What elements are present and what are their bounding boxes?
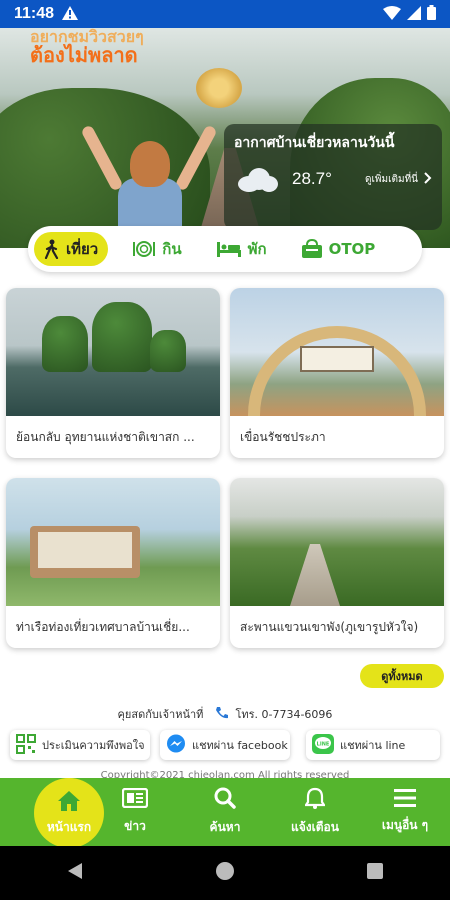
tab-travel[interactable]: เที่ยว (34, 232, 109, 266)
place-card-title: ย้อนกลับ อุทยานแห่งชาติเขาสก ... (16, 430, 195, 444)
nav-notifications-label: แจ้งเตือน (291, 820, 339, 834)
menu-icon (394, 789, 416, 810)
news-icon (121, 787, 149, 811)
signal-icon (407, 5, 421, 24)
hero-hat (196, 68, 242, 108)
chevron-right-icon (424, 171, 432, 187)
bed-icon (216, 240, 242, 258)
home-circle-icon[interactable] (215, 861, 235, 885)
place-card-title: ท่าเรือท่องเที่ยวเทศบาลบ้านเชี่ย... (16, 620, 190, 634)
dining-icon (132, 240, 156, 258)
place-card[interactable]: เขื่อนรัชชประภา (230, 288, 444, 458)
weather-more-label: ดูเพิ่มเติมที่นี่ (364, 173, 418, 185)
hero-banner: อยากชมวิวสวยๆ ต้องไม่พลาด อากาศบ้านเชี่ย… (0, 28, 450, 248)
status-bar: 11:48 (0, 0, 450, 28)
place-image (230, 288, 444, 416)
tab-travel-label: เที่ยว (66, 240, 99, 258)
warning-icon (62, 5, 79, 24)
battery-icon (427, 4, 436, 24)
satisfaction-survey-label: ประเมินความพึงพอใจ (42, 739, 145, 752)
svg-text:LINE: LINE (317, 741, 330, 747)
nav-notifications[interactable]: แจ้งเตือน (270, 787, 360, 837)
nav-search[interactable]: ค้นหา (180, 787, 270, 837)
tab-stay[interactable]: พัก (206, 232, 277, 266)
status-time: 11:48 (14, 5, 55, 22)
tab-stay-label: พัก (247, 240, 267, 258)
hero-headline: อยากชมวิวสวยๆ ต้องไม่พลาด (30, 28, 144, 67)
line-chat-label: แชทผ่าน line (340, 739, 406, 752)
tab-eat[interactable]: กิน (122, 232, 191, 266)
hero-headline-line1: อยากชมวิวสวยๆ (30, 28, 144, 46)
phone-icon (215, 706, 229, 723)
tab-otop-label: OTOP (328, 240, 376, 258)
recents-icon[interactable] (366, 862, 384, 884)
contact-phone[interactable]: โทร. 0-7734-6096 (235, 705, 332, 723)
place-card[interactable]: ท่าเรือท่องเที่ยวเทศบาลบ้านเชี่ย... (6, 478, 220, 648)
place-image (6, 478, 220, 606)
weather-title: อากาศบ้านเชี่ยวหลานวันนี้ (234, 135, 395, 151)
nav-more-label: เมนูอื่น ๆ (381, 818, 429, 832)
nav-news-label: ข่าว (124, 819, 146, 833)
weather-more-link[interactable]: ดูเพิ่มเติมที่นี่ (364, 171, 432, 187)
category-tabs: เที่ยว กิน พัก OTOP (28, 226, 422, 272)
search-icon (214, 787, 236, 812)
satisfaction-survey-button[interactable]: ประเมินความพึงพอใจ (10, 730, 150, 760)
nav-more[interactable]: เมนูอื่น ๆ (360, 789, 450, 835)
messenger-icon (166, 734, 186, 757)
system-nav-bar (0, 846, 450, 900)
place-card[interactable]: สะพานแขวนเขาพัง(ภูเขารูปหัวใจ) (230, 478, 444, 648)
bell-icon (303, 787, 327, 812)
wifi-icon (383, 5, 401, 24)
place-image (6, 288, 220, 416)
tab-otop[interactable]: OTOP (291, 232, 386, 266)
nav-home-label: หน้าแรก (46, 819, 92, 834)
hero-headline-line2: ต้องไม่พลาด (30, 43, 138, 67)
line-chat-button[interactable]: LINE แชทผ่าน line (306, 730, 440, 760)
see-all-button[interactable]: ดูทั้งหมด (360, 664, 444, 688)
facebook-chat-button[interactable]: แชทผ่าน facebook (160, 730, 290, 760)
line-icon: LINE (312, 733, 334, 757)
home-icon (57, 790, 81, 815)
weather-temperature: 28.7° (292, 169, 332, 188)
weather-card[interactable]: อากาศบ้านเชี่ยวหลานวันนี้ 28.7° ดูเพิ่มเ… (224, 124, 442, 230)
tab-eat-label: กิน (162, 240, 182, 258)
place-card-title: สะพานแขวนเขาพัง(ภูเขารูปหัวใจ) (240, 620, 419, 634)
back-icon[interactable] (66, 862, 84, 884)
cloud-icon (234, 164, 278, 194)
place-card[interactable]: ย้อนกลับ อุทยานแห่งชาติเขาสก ... (6, 288, 220, 458)
shop-bag-icon (301, 239, 323, 259)
place-image (230, 478, 444, 606)
qr-code-icon (16, 733, 36, 757)
nav-search-label: ค้นหา (209, 820, 241, 834)
nav-home[interactable]: หน้าแรก (34, 778, 104, 848)
facebook-chat-label: แชทผ่าน facebook (192, 739, 288, 752)
place-card-title: เขื่อนรัชชประภา (240, 430, 326, 444)
contact-title: คุยสดกับเจ้าหน้าที่ (117, 708, 204, 721)
walking-icon (44, 239, 60, 259)
contact-row: คุยสดกับเจ้าหน้าที่ โทร. 0-7734-6096 (0, 705, 450, 723)
